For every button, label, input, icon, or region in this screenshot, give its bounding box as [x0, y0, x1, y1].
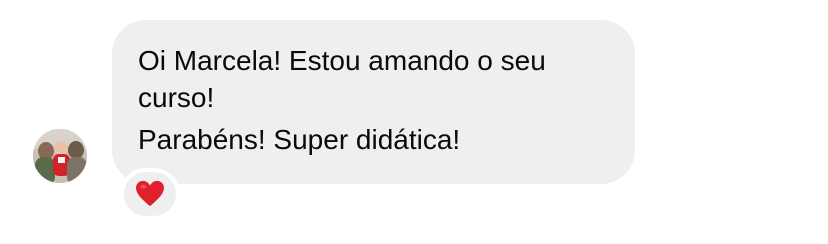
profile-photo-icon	[33, 129, 87, 183]
reaction-badge[interactable]	[120, 168, 180, 220]
message-line: Oi Marcela! Estou amando o seu	[138, 45, 546, 76]
chat-thread: Oi Marcela! Estou amando o seu curso! Pa…	[0, 0, 828, 244]
message-line: curso!	[138, 82, 215, 113]
message-bubble[interactable]: Oi Marcela! Estou amando o seu curso! Pa…	[112, 20, 635, 184]
message-line: Parabéns! Super didática!	[138, 124, 461, 155]
sender-avatar[interactable]	[33, 129, 87, 183]
red-heart-icon	[136, 180, 164, 207]
